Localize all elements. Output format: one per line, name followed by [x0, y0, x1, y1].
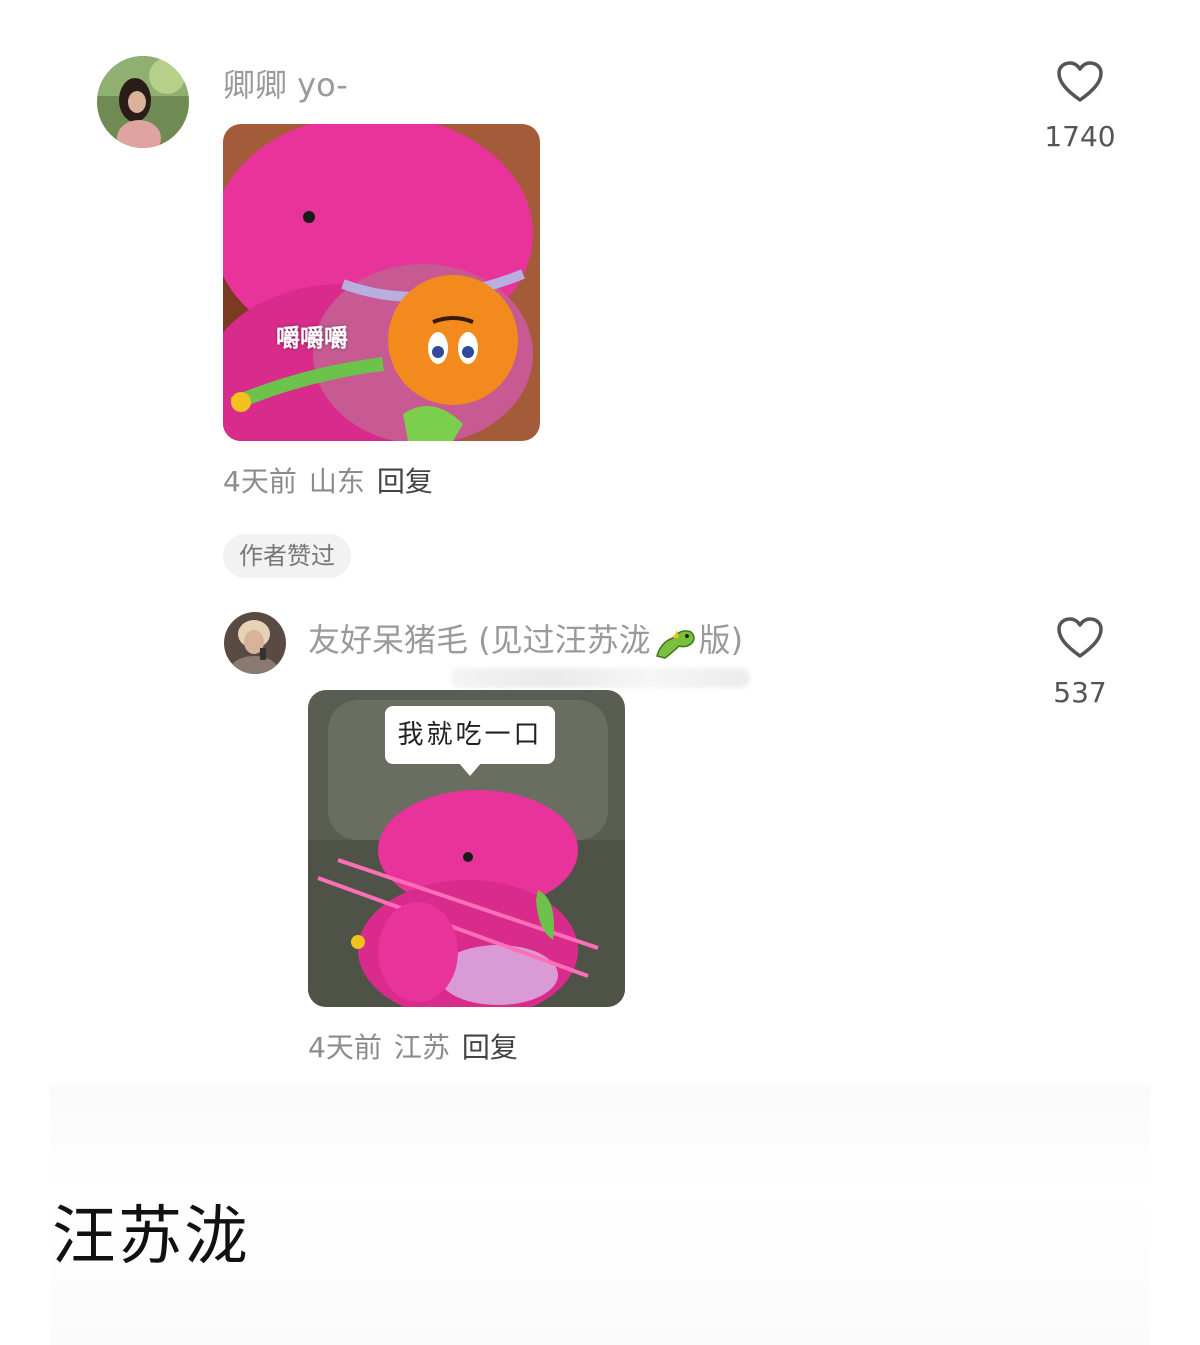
- heart-icon[interactable]: [1056, 616, 1104, 664]
- heart-icon[interactable]: [1056, 60, 1104, 108]
- like-count: 1740: [1044, 120, 1116, 153]
- reply-button[interactable]: 回复: [377, 465, 433, 498]
- comment-meta: 4天前 山东 回复: [223, 460, 433, 500]
- blurred-content: [450, 668, 750, 688]
- comment-location: 江苏: [393, 1031, 450, 1064]
- comment-time: 4天前: [223, 465, 297, 498]
- dragon-emoji-icon: [651, 622, 699, 662]
- username[interactable]: 卿卿 yo-: [223, 60, 348, 106]
- avatar[interactable]: [97, 56, 189, 148]
- author-liked-badge: 作者赞过: [223, 534, 351, 578]
- comment-meta: 4天前 江苏 回复: [308, 1026, 518, 1066]
- reply-button[interactable]: 回复: [462, 1031, 518, 1064]
- username[interactable]: 友好呆猪毛 (见过汪苏泷 版): [308, 615, 743, 662]
- sticker-image[interactable]: [223, 124, 540, 441]
- avatar[interactable]: [224, 612, 286, 674]
- sticker-caption: 嚼嚼嚼: [276, 324, 348, 352]
- sticker-caption: 我就吃一口: [385, 706, 555, 764]
- comment-time: 4天前: [308, 1031, 382, 1064]
- comment-location: 山东: [308, 465, 365, 498]
- username-text: 友好呆猪毛 (见过汪苏泷: [308, 621, 651, 659]
- like-count: 537: [1053, 676, 1107, 709]
- speech-bubble-tail: [458, 762, 482, 776]
- username-suffix: 版): [698, 621, 744, 659]
- post-title: 汪苏泷: [52, 1200, 250, 1274]
